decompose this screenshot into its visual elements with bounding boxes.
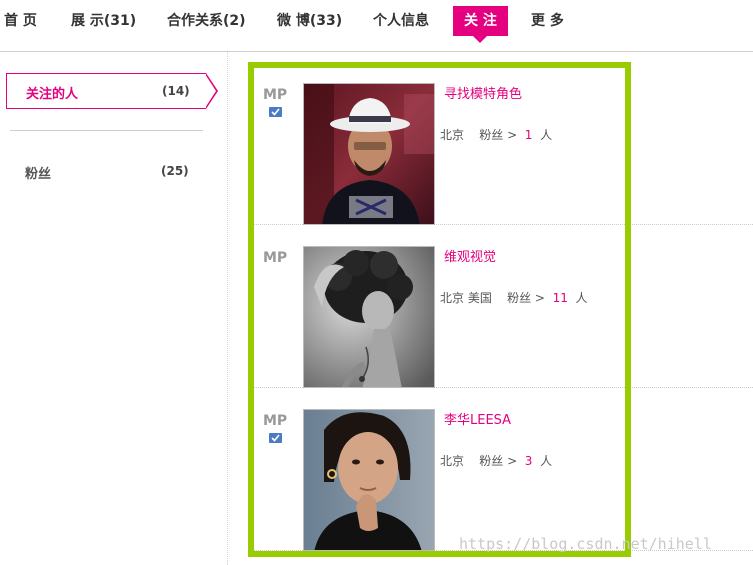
sidebar-item-label: 关注的人	[26, 87, 79, 102]
user-location: 北京 美国	[440, 291, 492, 305]
user-meta: 北京 美国 粉丝 > 11 人	[440, 289, 588, 306]
fans-link[interactable]: 粉丝 >	[479, 128, 517, 142]
user-name-link[interactable]: 维观视觉	[444, 246, 496, 265]
list-item: MP 寻找模特角色 北京 粉丝 > 1 人	[250, 62, 753, 225]
fans-unit: 人	[540, 128, 553, 142]
active-pointer-inner	[205, 74, 216, 108]
mp-badge: MP	[263, 87, 288, 103]
verified-check-icon	[269, 107, 282, 117]
fans-link[interactable]: 粉丝 >	[507, 291, 545, 305]
nav-more[interactable]: 更 多	[531, 6, 564, 36]
user-location: 北京	[440, 128, 465, 142]
man-white-hat-photo	[304, 84, 434, 224]
user-meta: 北京 粉丝 > 1 人	[440, 126, 552, 143]
sidebar-item-count: (25)	[161, 164, 189, 178]
avatar[interactable]	[303, 246, 435, 388]
nav-home[interactable]: 首 页	[4, 6, 37, 36]
nav-follow[interactable]: 关 注	[453, 6, 508, 43]
sidebar-item-following[interactable]: 关注的人 (14)	[6, 73, 218, 109]
user-name-link[interactable]: 李华LEESA	[444, 409, 511, 428]
fans-count: 11	[552, 291, 568, 305]
nav-profile[interactable]: 个人信息	[373, 6, 429, 36]
nav-partners[interactable]: 合作关系(2)	[167, 6, 246, 36]
user-location: 北京	[440, 454, 465, 468]
list-item: MP 维观视觉 北京 美国 粉丝 > 11 人	[250, 225, 753, 388]
following-list: MP 寻找模特角色 北京 粉丝 > 1 人 MP 维观视觉 北京 美国 粉丝 >…	[250, 62, 753, 565]
list-item: MP 李华LEESA 北京 粉丝 > 3 人	[250, 388, 753, 551]
fans-unit: 人	[575, 291, 588, 305]
sidebar-divider	[10, 130, 203, 131]
sidebar-item-fans[interactable]: 粉丝 (25)	[6, 156, 206, 186]
woman-portrait-photo	[304, 410, 434, 550]
avatar[interactable]	[303, 409, 435, 551]
sidebar: 关注的人 (14) 粉丝 (25)	[0, 52, 228, 565]
sidebar-item-count: (14)	[162, 84, 190, 98]
fans-unit: 人	[540, 454, 553, 468]
top-nav: 首 页 展 示(31) 合作关系(2) 微 博(33) 个人信息 关 注 更 多	[0, 0, 753, 52]
fans-count: 3	[524, 454, 533, 468]
nav-showcase[interactable]: 展 示(31)	[71, 6, 136, 36]
bw-woman-curly-hair-photo	[304, 247, 434, 387]
verified-check-icon	[269, 433, 282, 443]
user-meta: 北京 粉丝 > 3 人	[440, 452, 552, 469]
fans-link[interactable]: 粉丝 >	[479, 454, 517, 468]
user-name-link[interactable]: 寻找模特角色	[444, 83, 522, 102]
nav-weibo[interactable]: 微 博(33)	[277, 6, 342, 36]
fans-count: 1	[524, 128, 533, 142]
avatar[interactable]	[303, 83, 435, 225]
watermark: https://blog.csdn.net/hihell	[459, 535, 712, 553]
sidebar-item-label: 粉丝	[25, 167, 52, 182]
mp-badge: MP	[263, 250, 288, 266]
mp-badge: MP	[263, 413, 288, 429]
